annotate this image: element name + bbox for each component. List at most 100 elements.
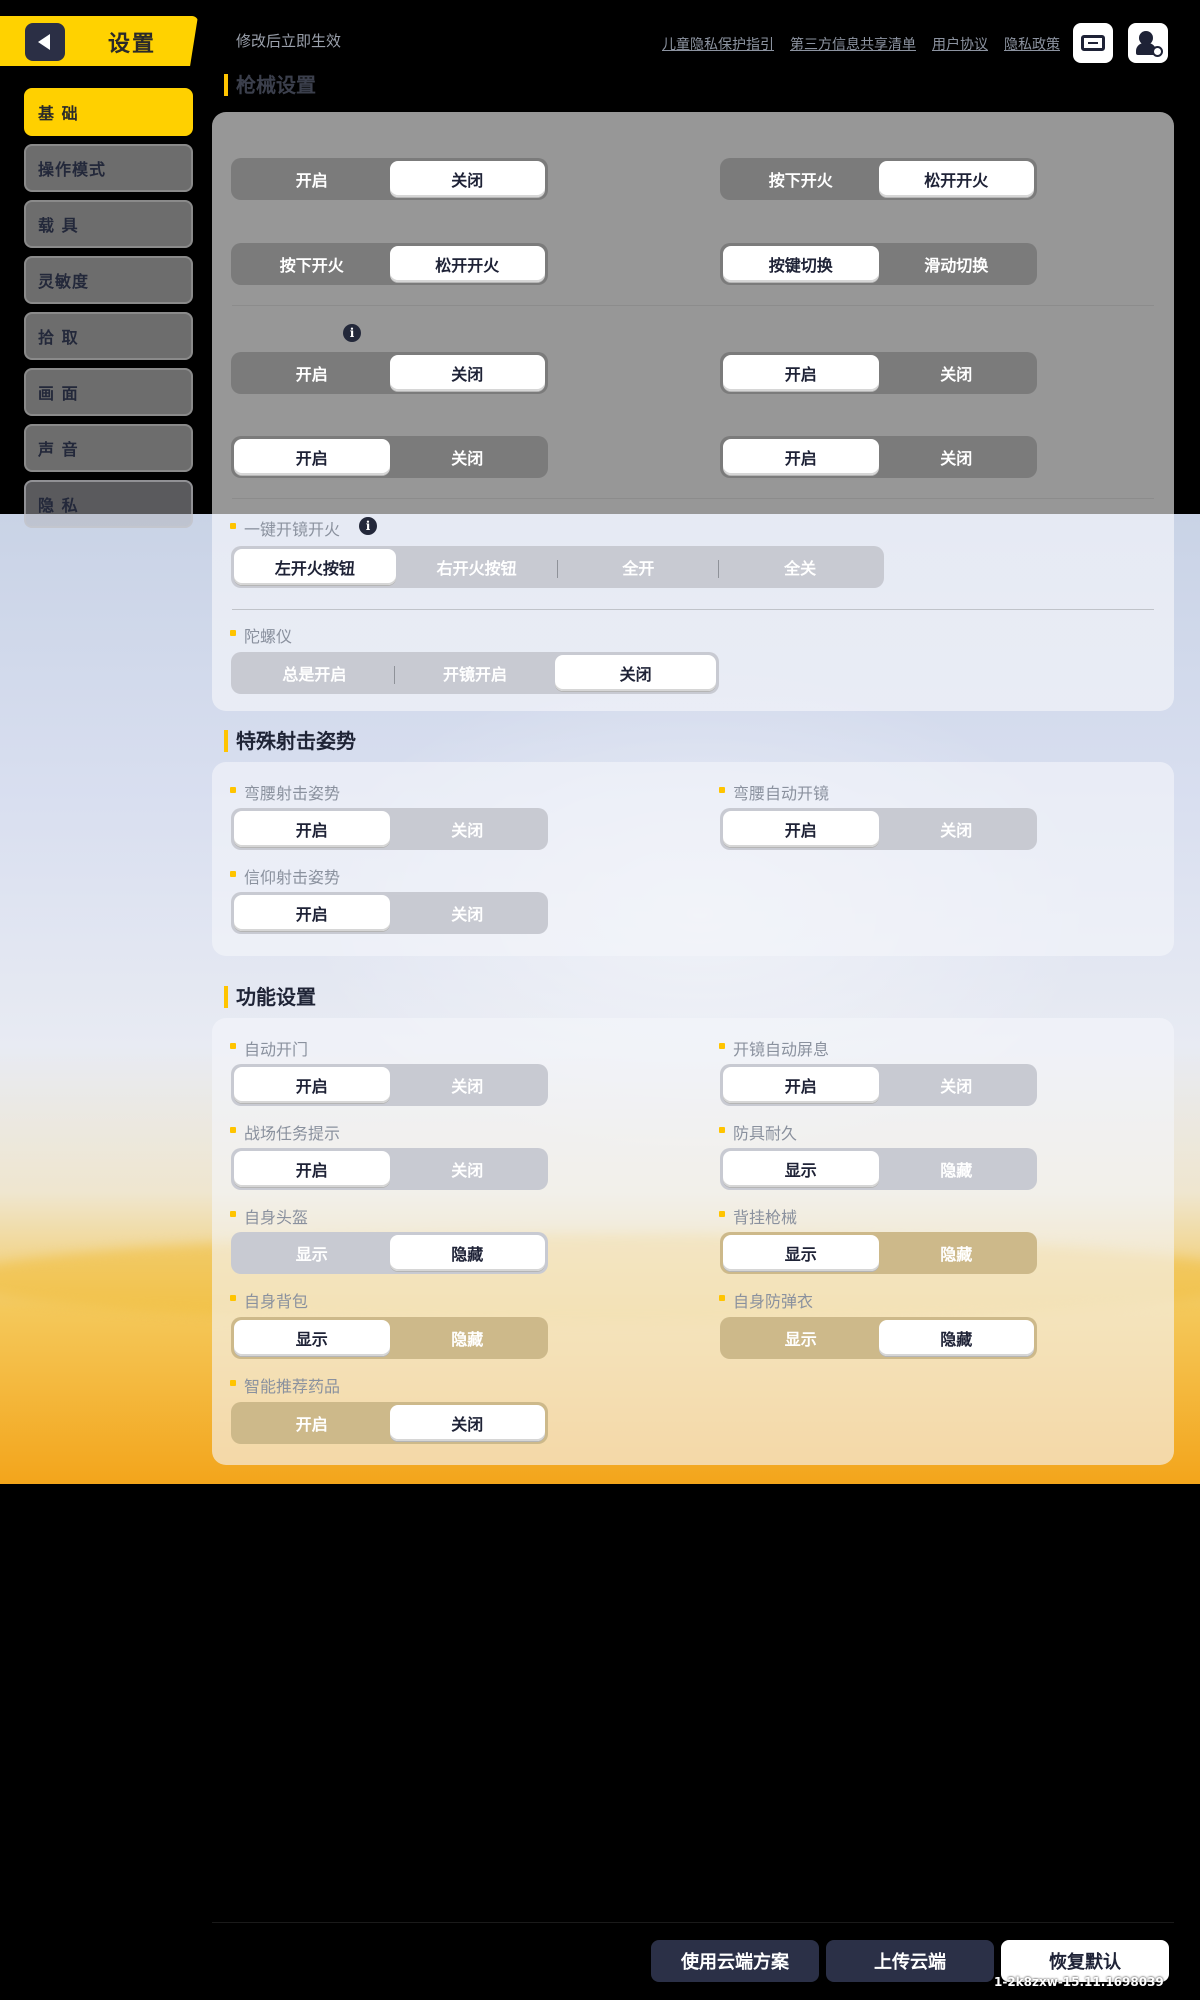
segment-option[interactable]: 开镜开启 [395,655,556,691]
divider [232,609,1154,610]
gun-row3-left-toggle: 开启 关闭 [231,352,548,394]
use-cloud-button[interactable]: 使用云端方案 [651,1940,819,1982]
link-user-agreement[interactable]: 用户协议 [932,34,988,54]
segment-option[interactable]: 隐藏 [879,1235,1035,1271]
info-icon[interactable]: i [343,324,361,342]
gun-row3-right-toggle: 开启 关闭 [720,352,1037,394]
user-settings-icon [1136,31,1163,57]
page-title: 设置 [108,32,157,57]
sidebar-item-sound[interactable]: 声 音 [24,424,193,472]
segment-option[interactable]: 显示 [723,1320,879,1356]
segment-option-selected[interactable]: 松开开火 [878,161,1034,197]
segment-option-selected[interactable]: 开启 [723,1067,879,1103]
link-child-privacy[interactable]: 儿童隐私保护指引 [662,34,774,54]
segment-option[interactable]: 全开 [558,549,720,585]
sidebar-item-sensitivity[interactable]: 灵敏度 [24,256,193,304]
segment-option[interactable]: 隐藏 [390,1320,546,1356]
segment-option[interactable]: 滑动切换 [879,246,1035,282]
segment-option[interactable]: 隐藏 [879,1151,1035,1187]
segment-option[interactable]: 关闭 [390,1067,546,1103]
segment-option-selected[interactable]: 关闭 [389,355,545,391]
one-key-scope-fire-toggle: 左开火按钮 右开火按钮 全开 全关 [231,546,884,588]
segment-option[interactable]: 关闭 [390,811,546,847]
segment-option-selected[interactable]: 左开火按钮 [234,549,396,585]
segment-option-selected[interactable]: 关闭 [555,655,717,691]
segment-option[interactable]: 关闭 [879,439,1035,475]
segment-option-selected[interactable]: 开启 [723,811,879,847]
segment-option-selected[interactable]: 松开开火 [389,246,545,282]
link-third-party[interactable]: 第三方信息共享清单 [790,34,916,54]
segment-option[interactable]: 开启 [234,355,390,391]
segment-option[interactable]: 关闭 [879,355,1035,391]
segment-option-selected[interactable]: 开启 [723,439,879,475]
segment-option-selected[interactable]: 按键切换 [723,246,879,282]
link-privacy-policy[interactable]: 隐私政策 [1004,34,1060,54]
footer-divider [212,1922,1174,1923]
gun-row2-right-toggle: 按键切换 滑动切换 [720,243,1037,285]
info-icon[interactable]: i [359,517,377,535]
segment-option[interactable]: 右开火按钮 [396,549,558,585]
sidebar-item-vehicle[interactable]: 载 具 [24,200,193,248]
label-gyroscope: 陀螺仪 [230,623,292,647]
segment-option-selected[interactable]: 开启 [234,895,390,931]
section-title-special: 特殊射击姿势 [224,730,356,752]
label-back-weapon: 背挂枪械 [719,1204,797,1228]
segment-option-selected[interactable]: 关闭 [389,161,545,197]
smart-medicine-toggle: 开启 关闭 [231,1402,548,1444]
ticket-button[interactable] [1073,23,1113,63]
gun-row4-left-toggle: 开启 关闭 [231,436,548,478]
back-button[interactable] [25,23,65,61]
crouch-shooting-toggle: 开启 关闭 [231,808,548,850]
segment-option[interactable]: 按下开火 [723,161,879,197]
segment-option[interactable]: 开启 [234,161,390,197]
notice-text: 修改后立即生效 [236,32,342,50]
self-body-armor-toggle: 显示 隐藏 [720,1317,1037,1359]
segment-option[interactable]: 关闭 [879,1067,1035,1103]
sidebar-item-pickup[interactable]: 拾 取 [24,312,193,360]
divider [232,305,1154,306]
segment-option[interactable]: 全关 [719,549,881,585]
segment-option-selected[interactable]: 关闭 [389,1405,545,1441]
segment-option-selected[interactable]: 显示 [234,1320,390,1356]
segment-option-selected[interactable]: 开启 [723,355,879,391]
segment-option-selected[interactable]: 开启 [234,1067,390,1103]
label-smart-medicine: 智能推荐药品 [230,1373,340,1397]
sidebar-item-privacy[interactable]: 隐 私 [24,480,193,528]
segment-option[interactable]: 关闭 [390,895,546,931]
segment-option[interactable]: 总是开启 [234,655,395,691]
upload-cloud-button[interactable]: 上传云端 [826,1940,994,1982]
segment-option-selected[interactable]: 开启 [234,1151,390,1187]
user-settings-button[interactable] [1128,23,1168,63]
segment-option-selected[interactable]: 隐藏 [878,1320,1034,1356]
segment-option-selected[interactable]: 开启 [234,439,390,475]
sidebar-item-operation-mode[interactable]: 操作模式 [24,144,193,192]
label-battle-task-hint: 战场任务提示 [230,1120,340,1144]
label-scope-hold-breath: 开镜自动屏息 [719,1036,829,1060]
segment-option-selected[interactable]: 隐藏 [389,1235,545,1271]
segment-option[interactable]: 关闭 [879,811,1035,847]
segment-option-selected[interactable]: 显示 [723,1151,879,1187]
back-arrow-icon [37,34,50,50]
self-helmet-toggle: 显示 隐藏 [231,1232,548,1274]
segment-option[interactable]: 开启 [234,1405,390,1441]
section-title-gun: 枪械设置 [224,74,316,96]
segment-option[interactable]: 按下开火 [234,246,390,282]
gun-settings-panel [212,112,1174,711]
segment-option[interactable]: 显示 [234,1235,390,1271]
label-self-backpack: 自身背包 [230,1288,308,1312]
gun-row1-left-toggle: 开启 关闭 [231,158,548,200]
label-crouch-shooting: 弯腰射击姿势 [230,780,340,804]
back-weapon-toggle: 显示 隐藏 [720,1232,1037,1274]
faith-shooting-toggle: 开启 关闭 [231,892,548,934]
segment-option[interactable]: 关闭 [390,1151,546,1187]
segment-option[interactable]: 关闭 [390,439,546,475]
sidebar-item-basic[interactable]: 基 础 [24,88,193,136]
section-title-function: 功能设置 [224,986,316,1008]
segment-option-selected[interactable]: 开启 [234,811,390,847]
crouch-auto-scope-toggle: 开启 关闭 [720,808,1037,850]
sidebar-item-graphics[interactable]: 画 面 [24,368,193,416]
auto-door-toggle: 开启 关闭 [231,1064,548,1106]
segment-option-selected[interactable]: 显示 [723,1235,879,1271]
sidebar: 基 础 操作模式 载 具 灵敏度 拾 取 画 面 声 音 隐 私 [24,88,194,536]
divider [232,498,1154,499]
